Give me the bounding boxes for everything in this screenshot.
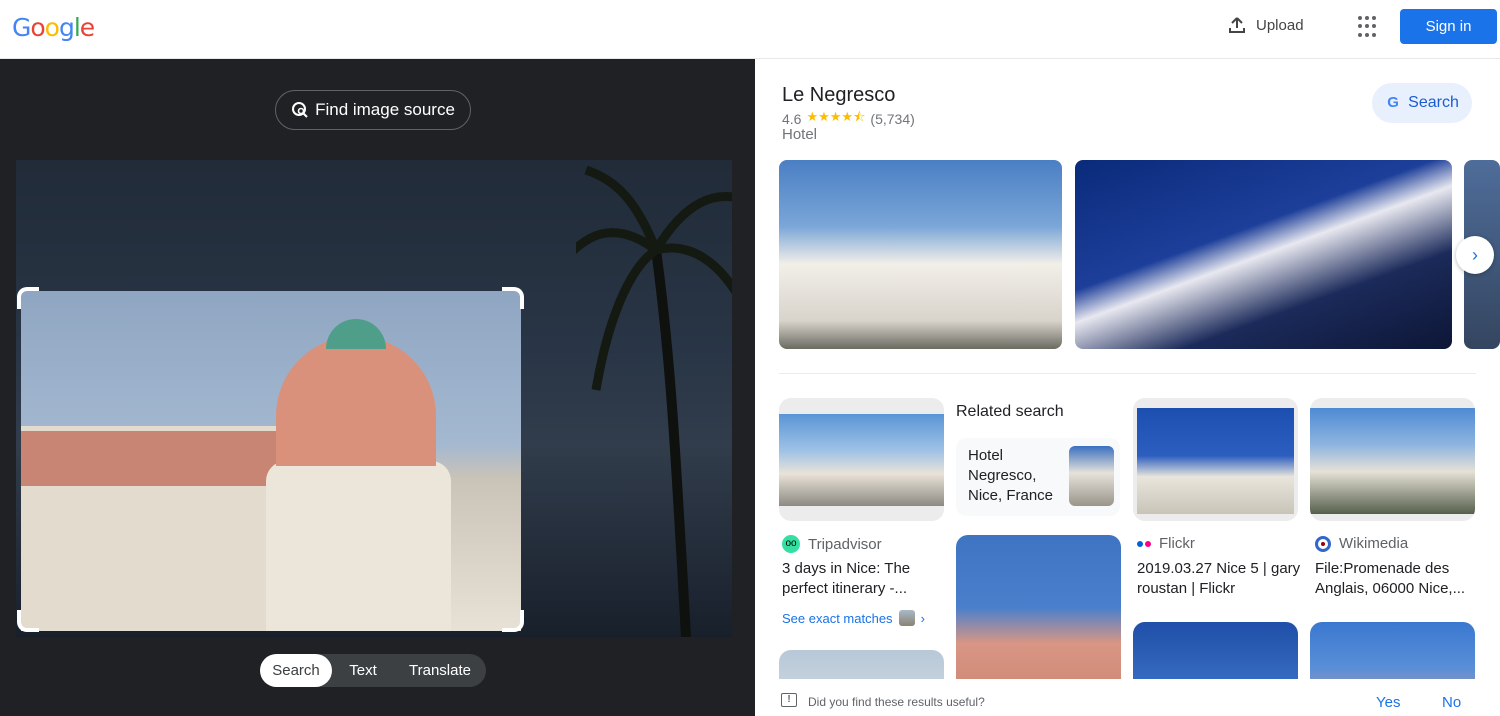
dome-cupola — [326, 319, 386, 349]
result-thumbnail-tripadvisor[interactable] — [779, 398, 944, 521]
see-exact-matches-link[interactable]: See exact matches › — [782, 610, 925, 626]
uploaded-image — [16, 160, 732, 637]
upload-label: Upload — [1256, 16, 1304, 34]
tab-text[interactable]: Text — [332, 654, 394, 687]
building-dome — [276, 336, 436, 466]
logo-letter: e — [79, 13, 95, 42]
related-search-query: Hotel Negresco, Nice, France — [968, 447, 1054, 504]
thumbnail-image — [779, 414, 944, 506]
divider — [779, 373, 1476, 374]
crop-handle-top-right[interactable] — [502, 287, 524, 309]
upload-button[interactable]: Upload — [1228, 16, 1304, 34]
google-search-button[interactable]: G Search — [1372, 83, 1472, 123]
source-name: Flickr — [1159, 535, 1195, 552]
thumbnail-image — [1137, 408, 1294, 514]
hotel-image-1[interactable] — [779, 160, 1062, 349]
see-exact-matches-label: See exact matches — [782, 610, 893, 626]
place-type: Hotel — [782, 126, 818, 143]
tab-translate[interactable]: Translate — [394, 654, 486, 687]
logo-letter: g — [58, 13, 75, 42]
exact-match-thumbnail — [898, 610, 915, 626]
feedback-question: Did you find these results useful? — [808, 695, 985, 709]
result-thumbnail-wikimedia[interactable] — [1310, 398, 1475, 521]
google-logo[interactable]: Google — [12, 13, 95, 42]
wikimedia-icon — [1315, 535, 1331, 552]
search-label: Search — [1408, 94, 1459, 111]
crop-handle-bottom-right[interactable] — [502, 610, 524, 632]
place-title[interactable]: Le Negresco — [782, 84, 895, 107]
hotel-image-2[interactable] — [1075, 160, 1452, 349]
upload-icon — [1229, 17, 1245, 33]
feedback-bar: ! Did you find these results useful? Yes… — [755, 679, 1500, 716]
crop-handle-bottom-left[interactable] — [17, 610, 39, 632]
related-search-heading: Related search — [956, 403, 1064, 420]
chevron-right-icon: › — [1472, 244, 1478, 265]
result-title[interactable]: 2019.03.27 Nice 5 | gary roustan | Flick… — [1137, 559, 1302, 599]
flickr-icon — [1137, 540, 1151, 547]
tripadvisor-icon: oo — [782, 535, 800, 553]
feedback-icon: ! — [781, 693, 797, 707]
result-source-wikimedia[interactable]: Wikimedia — [1315, 535, 1408, 552]
chevron-right-icon: › — [920, 610, 925, 626]
sign-in-button[interactable]: Sign in — [1400, 9, 1497, 44]
google-g-icon: G — [1387, 94, 1399, 111]
image-search-icon — [292, 102, 308, 118]
related-search-card[interactable]: Hotel Negresco, Nice, France — [956, 438, 1120, 516]
result-title[interactable]: File:Promenade des Anglais, 06000 Nice,.… — [1315, 559, 1480, 599]
feedback-yes-button[interactable]: Yes — [1376, 694, 1400, 711]
tab-search[interactable]: Search — [260, 654, 332, 687]
logo-letter: G — [12, 13, 31, 42]
logo-letter: o — [44, 13, 60, 42]
apps-grid-icon[interactable] — [1358, 16, 1380, 38]
thumbnail-image — [1310, 408, 1475, 514]
source-name: Wikimedia — [1339, 535, 1409, 552]
selected-crop-region[interactable] — [21, 291, 521, 631]
logo-letter: o — [30, 13, 45, 42]
find-image-source-button[interactable]: Find image source — [275, 90, 471, 130]
building-roof — [21, 431, 281, 486]
find-image-source-label: Find image source — [315, 100, 455, 119]
review-count[interactable]: (5,734) — [870, 111, 914, 127]
related-search-thumbnail — [1069, 446, 1114, 506]
results-panel: Le Negresco 4.6 ★★★★⯪ (5,734) Hotel G Se… — [755, 59, 1500, 716]
top-bar: Google Upload Sign in — [0, 0, 1500, 59]
crop-handle-top-left[interactable] — [17, 287, 39, 309]
result-title[interactable]: 3 days in Nice: The perfect itinerary -.… — [782, 559, 947, 599]
result-source-tripadvisor[interactable]: oo Tripadvisor — [782, 535, 882, 553]
rating-value: 4.6 — [782, 111, 802, 127]
source-name: Tripadvisor — [808, 535, 882, 553]
building-tower — [266, 461, 451, 631]
result-thumbnail-flickr[interactable] — [1133, 398, 1298, 521]
result-source-flickr[interactable]: Flickr — [1137, 535, 1195, 552]
carousel-next-button[interactable]: › — [1456, 236, 1494, 274]
lens-image-panel: Find image source Search Text Translate — [0, 59, 755, 716]
feedback-no-button[interactable]: No — [1442, 694, 1461, 711]
lens-mode-tabs: Search Text Translate — [260, 654, 486, 687]
